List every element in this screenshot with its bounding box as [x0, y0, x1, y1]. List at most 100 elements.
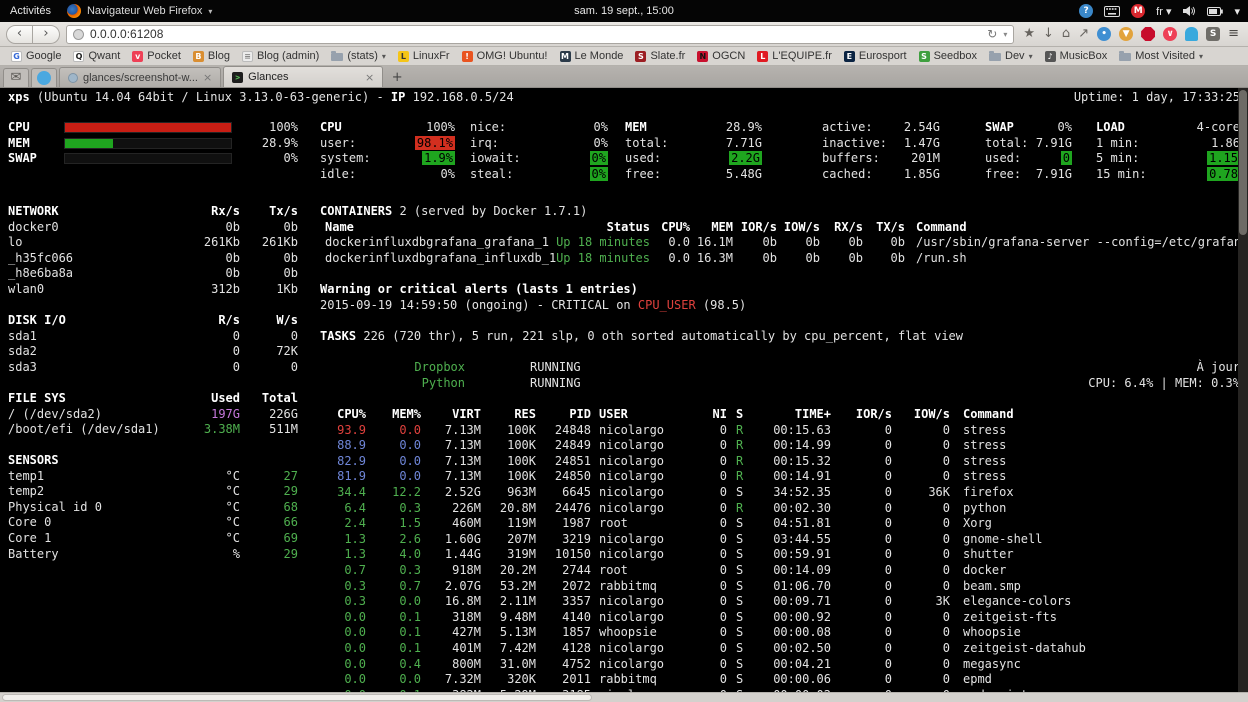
pocket-icon[interactable]: ∨ — [1163, 27, 1177, 41]
process-header-cell: VIRT — [425, 407, 481, 423]
site-identity-icon[interactable] — [73, 29, 84, 40]
home-icon[interactable]: ⌂ — [1062, 27, 1070, 41]
text-part: IP — [391, 90, 405, 104]
vertical-scrollbar[interactable] — [1238, 88, 1248, 692]
text: 0.1 — [399, 641, 421, 655]
clock[interactable]: sam. 19 sept., 15:00 — [574, 5, 674, 17]
process-cell: R — [736, 501, 750, 517]
back-button[interactable]: ‹ — [6, 25, 33, 44]
text: 0 — [720, 516, 727, 530]
process-cell: 918M — [425, 563, 481, 579]
text: 0 — [885, 641, 892, 655]
bookmark-most-visited[interactable]: Most Visited▾ — [1114, 49, 1208, 63]
process-cell: 36K — [896, 485, 950, 501]
share-icon[interactable]: ↗ — [1078, 27, 1089, 41]
bookmark-star-icon[interactable]: ★ — [1023, 27, 1035, 41]
process-cell: 00:00.92 — [751, 610, 831, 626]
containers-title: CONTAINERS 2 (served by Docker 1.7.1) — [0, 204, 1248, 220]
glances-favicon-icon: > — [232, 72, 243, 83]
tab-glances[interactable]: >Glances× — [223, 66, 383, 87]
process-cell: 53.2M — [486, 579, 536, 595]
chevron-down-icon[interactable]: ▾ — [1234, 5, 1240, 18]
text: S — [736, 579, 743, 593]
text: stress — [963, 469, 1006, 483]
volume-icon[interactable] — [1182, 5, 1196, 17]
tab-close-icon[interactable]: × — [365, 71, 374, 84]
process-table-header: CPU%MEM%VIRTRESPIDUSERNISTIME+IOR/sIOW/s… — [0, 407, 1248, 423]
bookmark-musicbox[interactable]: ♪MusicBox — [1040, 49, 1113, 63]
bookmark-blog[interactable]: BBlog — [188, 49, 235, 63]
pinned-tab-2[interactable] — [31, 68, 57, 87]
text: 427M — [452, 625, 481, 639]
bookmark-l-equipe-fr[interactable]: LL'EQUIPE.fr — [752, 49, 837, 63]
downloads-icon[interactable]: ↓ — [1043, 27, 1054, 41]
stylish-icon[interactable]: S — [1206, 27, 1220, 41]
new-tab-button[interactable]: + — [385, 68, 409, 87]
bookmark-stats[interactable]: (stats)▾ — [326, 49, 391, 63]
adblock-icon[interactable] — [1141, 27, 1155, 41]
text: 0 — [943, 454, 950, 468]
mega-icon[interactable]: M — [1131, 4, 1145, 18]
forward-button[interactable]: › — [33, 25, 60, 44]
help-icon[interactable]: ? — [1079, 4, 1093, 18]
bookmark-qwant[interactable]: QQwant — [68, 49, 125, 63]
text: 81.9 — [337, 469, 366, 483]
text: 963M — [507, 485, 536, 499]
load-stats-cell: 1.86 — [1180, 136, 1240, 152]
container-cell: /run.sh — [916, 251, 1248, 267]
text: 0 — [720, 579, 727, 593]
text: rabbitmq — [599, 672, 657, 686]
text: 2072 — [562, 579, 591, 593]
text: 03:44.55 — [773, 532, 831, 546]
process-cell: S — [736, 625, 750, 641]
text: 0.0 — [668, 235, 690, 249]
tab-close-icon[interactable]: × — [203, 71, 212, 84]
keyboard-icon[interactable] — [1104, 6, 1120, 17]
text: 0 — [885, 563, 892, 577]
bookmark-dev[interactable]: Dev▾ — [984, 49, 1038, 63]
bookmark-pocket[interactable]: vPocket — [127, 49, 186, 63]
text: 5.13M — [500, 625, 536, 639]
process-cell: 00:00.06 — [751, 672, 831, 688]
reload-button[interactable]: ↻ — [987, 27, 997, 41]
activities-button[interactable]: Activités — [10, 5, 51, 17]
bookmark-favicon-icon: B — [193, 51, 204, 62]
url-dropdown-icon[interactable]: ▾ — [1003, 30, 1007, 39]
filesys-header-cell: Used — [174, 391, 240, 407]
text: S — [736, 407, 743, 421]
process-cell: 00:09.71 — [751, 594, 831, 610]
url-text[interactable]: 0.0.0.0:61208 — [90, 27, 981, 41]
keyboard-layout-indicator[interactable]: fr ▾ — [1156, 5, 1171, 18]
url-bar[interactable]: 0.0.0.0:61208 ↻ ▾ — [66, 25, 1014, 44]
bookmark-google[interactable]: GGoogle — [6, 49, 66, 63]
text: RUNNING — [530, 360, 581, 374]
tab-glances-screenshot-w[interactable]: glances/screenshot-w...× — [59, 67, 221, 87]
menu-icon[interactable]: ≡ — [1228, 27, 1239, 41]
process-cell: 0 — [836, 563, 892, 579]
process-cell: 2.11M — [486, 594, 536, 610]
pinned-tab-1[interactable]: ✉ — [3, 68, 29, 87]
text: /run.sh — [916, 251, 967, 265]
text: 0.0 — [399, 438, 421, 452]
bookmark-blog-admin[interactable]: ≡Blog (admin) — [237, 49, 324, 63]
battery-icon[interactable] — [1207, 7, 1223, 16]
ghostery-icon[interactable] — [1185, 27, 1198, 41]
horizontal-scrollbar[interactable] — [0, 692, 1248, 702]
process-cell: 24849 — [541, 438, 591, 454]
vertical-scrollbar-thumb[interactable] — [1239, 90, 1247, 235]
horizontal-scrollbar-thumb[interactable] — [2, 694, 592, 701]
bookmark-favicon-icon: E — [844, 51, 855, 62]
bookmark-linuxfr[interactable]: LLinuxFr — [393, 49, 455, 63]
screenshot-icon[interactable]: • — [1097, 27, 1111, 41]
video-download-icon[interactable]: ▼ — [1119, 27, 1133, 41]
bookmark-seedbox[interactable]: SSeedbox — [914, 49, 982, 63]
app-menu[interactable]: Navigateur Web Firefox ▾ — [67, 4, 212, 18]
bookmark-ogcn[interactable]: NOGCN — [692, 49, 750, 63]
bookmark-slate-fr[interactable]: SSlate.fr — [630, 49, 690, 63]
bookmark-le-monde[interactable]: MLe Monde — [555, 49, 629, 63]
bookmark-omg-ubuntu[interactable]: !OMG! Ubuntu! — [457, 49, 553, 63]
load-stats-row: 15 min:0.78 — [0, 167, 1248, 183]
process-cell: 2.6 — [375, 532, 421, 548]
text: S — [736, 672, 743, 686]
bookmark-eurosport[interactable]: EEurosport — [839, 49, 912, 63]
